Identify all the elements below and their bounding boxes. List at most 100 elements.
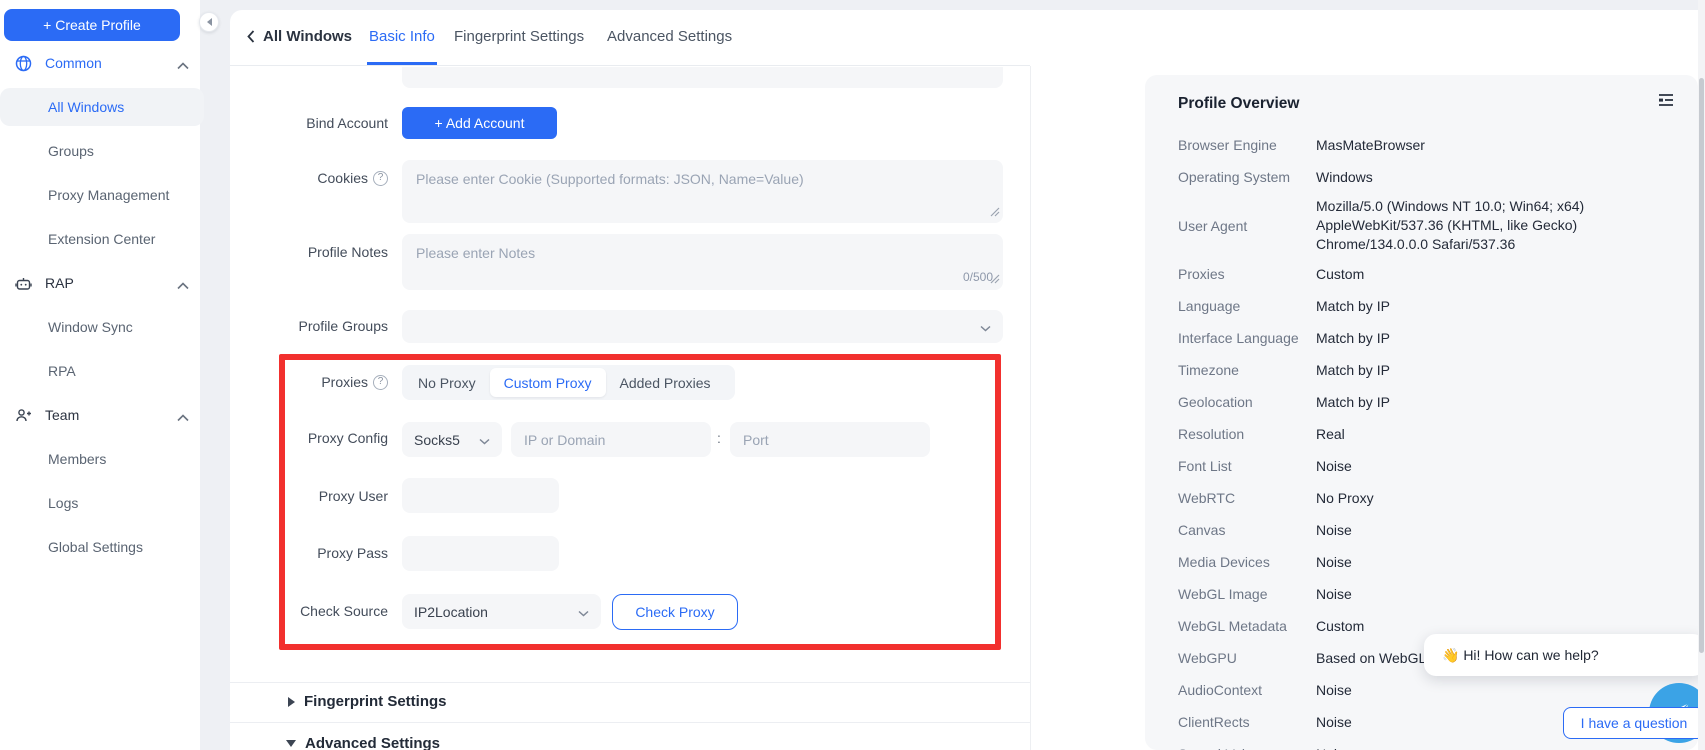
chat-greeting-bubble: 👋 Hi! How can we help? bbox=[1424, 634, 1705, 676]
char-counter: 0/500 bbox=[963, 270, 993, 284]
proxy-user-input[interactable] bbox=[402, 478, 559, 513]
overview-row: Resolution Real bbox=[1178, 418, 1672, 450]
overview-row-value: Match by IP bbox=[1316, 325, 1390, 352]
bind-account-label: Bind Account bbox=[230, 113, 388, 133]
overview-row-label: Font List bbox=[1178, 458, 1316, 474]
proxy-mode-segmented: No Proxy Custom Proxy Added Proxies bbox=[402, 365, 735, 400]
help-icon[interactable] bbox=[373, 375, 388, 390]
overview-row-value: Custom bbox=[1316, 613, 1364, 640]
chevron-left-icon bbox=[247, 30, 255, 43]
sidebar-item-all-windows[interactable]: All Windows bbox=[0, 88, 204, 126]
help-icon[interactable] bbox=[373, 171, 388, 186]
overview-row: Proxies Custom bbox=[1178, 258, 1672, 290]
sidebar-section-label: Common bbox=[45, 55, 102, 71]
chevron-down-icon bbox=[479, 432, 490, 448]
scrolled-field-remnant bbox=[402, 67, 1003, 88]
overview-row-value: No Proxy bbox=[1316, 485, 1374, 512]
chat-question-button[interactable]: I have a question bbox=[1563, 707, 1705, 739]
overview-row: Language Match by IP bbox=[1178, 290, 1672, 322]
overview-row-label: ClientRects bbox=[1178, 714, 1316, 730]
overview-row-label: Proxies bbox=[1178, 266, 1316, 282]
sidebar-item-global-settings[interactable]: Global Settings bbox=[0, 525, 200, 569]
proxy-protocol-select[interactable]: Socks5 bbox=[402, 422, 502, 457]
panel-options-icon[interactable] bbox=[1658, 93, 1674, 110]
overview-row-value: Match by IP bbox=[1316, 357, 1390, 384]
sidebar-section-team[interactable]: Team bbox=[0, 393, 200, 437]
proxy-pass-label: Proxy Pass bbox=[230, 543, 388, 563]
overview-row: WebGL Image Noise bbox=[1178, 578, 1672, 610]
tab-bar: All Windows Basic Info Fingerprint Setti… bbox=[230, 10, 1030, 66]
sidebar-section-common[interactable]: Common bbox=[0, 41, 200, 85]
overview-row: Timezone Match by IP bbox=[1178, 354, 1672, 386]
overview-row: Browser Engine MasMateBrowser bbox=[1178, 129, 1672, 161]
overview-row-label: Media Devices bbox=[1178, 554, 1316, 570]
chevron-down-icon bbox=[578, 604, 589, 620]
chevron-up-icon bbox=[177, 277, 189, 285]
sidebar-section-label: Team bbox=[45, 407, 79, 423]
sidebar-item-window-sync[interactable]: Window Sync bbox=[0, 305, 200, 349]
overview-row-value: Match by IP bbox=[1316, 293, 1390, 320]
overview-row-label: Resolution bbox=[1178, 426, 1316, 442]
back-to-all-windows[interactable]: All Windows bbox=[247, 28, 352, 45]
proxy-mode-no-proxy[interactable]: No Proxy bbox=[404, 368, 490, 397]
tab-basic-info[interactable]: Basic Info bbox=[367, 28, 437, 65]
check-proxy-button[interactable]: Check Proxy bbox=[612, 594, 738, 630]
overview-row-value: Match by IP bbox=[1316, 389, 1390, 416]
overview-row-label: Geolocation bbox=[1178, 394, 1316, 410]
sidebar-item-members[interactable]: Members bbox=[0, 437, 200, 481]
triangle-right-icon bbox=[288, 697, 295, 707]
overview-row: Canvas Noise bbox=[1178, 514, 1672, 546]
check-source-select[interactable]: IP2Location bbox=[402, 594, 601, 629]
resize-grip-icon[interactable] bbox=[990, 204, 1000, 220]
sidebar-item-groups[interactable]: Groups bbox=[0, 129, 200, 173]
fingerprint-settings-section[interactable]: Fingerprint Settings bbox=[288, 693, 447, 710]
sidebar-section-rap[interactable]: RAP bbox=[0, 261, 200, 305]
overview-row-value: Noise bbox=[1316, 709, 1352, 736]
cookies-label: Cookies bbox=[230, 168, 388, 188]
overview-row-label: WebRTC bbox=[1178, 490, 1316, 506]
overview-row: Geolocation Match by IP bbox=[1178, 386, 1672, 418]
proxy-port-input[interactable] bbox=[730, 422, 930, 457]
overview-row-label: Canvas bbox=[1178, 522, 1316, 538]
proxy-mode-custom-proxy[interactable]: Custom Proxy bbox=[490, 368, 606, 397]
chevron-up-icon bbox=[177, 409, 189, 417]
sidebar-item-logs[interactable]: Logs bbox=[0, 481, 200, 525]
cookies-field-wrap bbox=[402, 160, 1003, 223]
browser-icon bbox=[15, 55, 32, 72]
overview-row-value: Windows bbox=[1316, 164, 1373, 191]
sidebar-item-proxy-management[interactable]: Proxy Management bbox=[0, 173, 200, 217]
overview-row: User Agent Mozilla/5.0 (Windows NT 10.0;… bbox=[1178, 193, 1672, 258]
overview-row: Interface Language Match by IP bbox=[1178, 322, 1672, 354]
overview-row-value: Mozilla/5.0 (Windows NT 10.0; Win64; x64… bbox=[1316, 193, 1668, 258]
tab-fingerprint-settings[interactable]: Fingerprint Settings bbox=[452, 28, 586, 62]
proxy-mode-added-proxies[interactable]: Added Proxies bbox=[606, 368, 725, 397]
profile-groups-select[interactable] bbox=[402, 310, 1003, 343]
advanced-settings-section[interactable]: Advanced Settings bbox=[286, 735, 440, 750]
sidebar-item-extension-center[interactable]: Extension Center bbox=[0, 217, 200, 261]
team-icon bbox=[15, 407, 32, 424]
sidebar-collapse-button[interactable] bbox=[199, 12, 219, 32]
sidebar-item-rpa[interactable]: RPA bbox=[0, 349, 200, 393]
section-separator bbox=[230, 722, 1030, 723]
overview-row-value: MasMateBrowser bbox=[1316, 132, 1425, 159]
overview-row-label: AudioContext bbox=[1178, 682, 1316, 698]
profile-notes-textarea[interactable] bbox=[402, 234, 1003, 290]
chevron-up-icon bbox=[177, 57, 189, 65]
overview-row: AudioContext Noise bbox=[1178, 674, 1672, 706]
resize-grip-icon[interactable] bbox=[990, 271, 1000, 287]
overview-row-label: Operating System bbox=[1178, 169, 1316, 185]
check-source-label: Check Source bbox=[230, 601, 388, 621]
proxy-pass-input[interactable] bbox=[402, 536, 559, 571]
scrollbar-thumb[interactable] bbox=[1699, 78, 1704, 653]
add-account-button[interactable]: + Add Account bbox=[402, 107, 557, 139]
overview-row: WebRTC No Proxy bbox=[1178, 482, 1672, 514]
overview-row-value: Custom bbox=[1316, 261, 1364, 288]
cookies-textarea[interactable] bbox=[402, 160, 1003, 223]
create-profile-button[interactable]: + Create Profile bbox=[4, 9, 180, 41]
proxy-ip-input[interactable] bbox=[511, 422, 711, 457]
overview-row-value: Noise bbox=[1316, 549, 1352, 576]
tab-advanced-settings[interactable]: Advanced Settings bbox=[605, 28, 734, 62]
chevron-down-icon bbox=[980, 319, 991, 335]
overview-row-value: Noise bbox=[1316, 453, 1352, 480]
overview-row-label: Language bbox=[1178, 298, 1316, 314]
